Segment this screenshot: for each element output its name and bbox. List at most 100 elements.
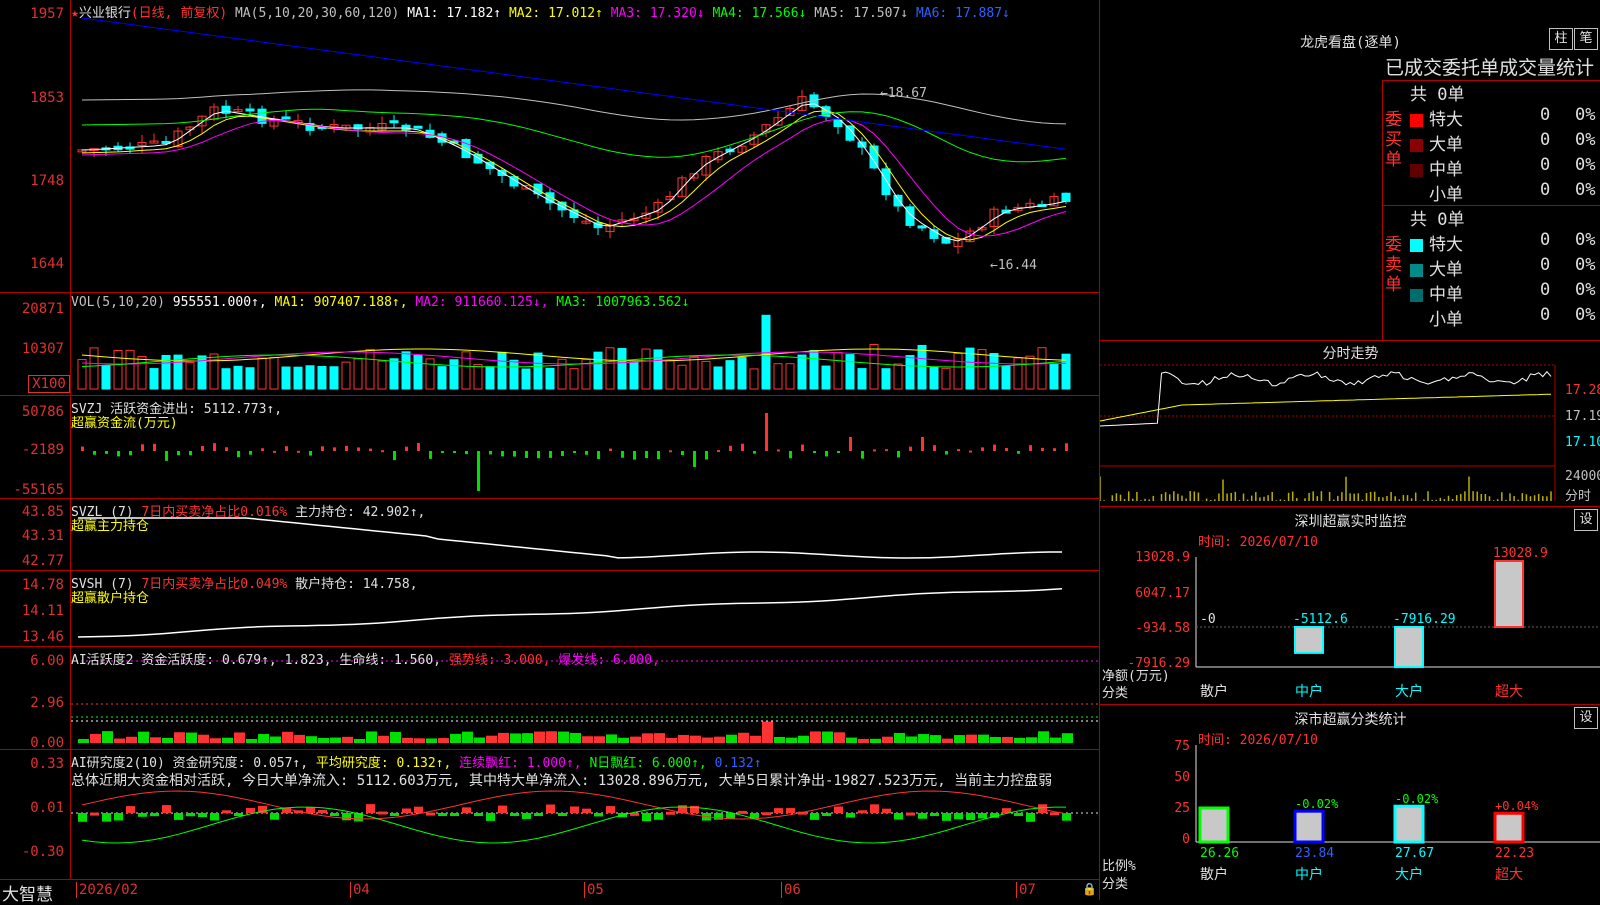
fund-flow-bar [417,443,420,451]
volume-bar [185,361,195,390]
volume-bar [125,349,135,390]
research-bar [918,813,927,819]
research-bar [426,812,435,816]
buy-row: 大单 0 0% [1410,130,1600,155]
volume-header: VOL(5,10,20) 955551.000↑, MA1: 907407.18… [71,295,689,310]
fund-flow-bar [237,451,240,458]
volume-bar [821,365,831,390]
volume-bar [701,360,711,390]
volume-bar [749,368,759,390]
volume-bar [281,366,291,390]
buy-row: 特大 0 0% [1410,105,1600,130]
activity-bar [402,737,413,743]
research-bar [882,808,891,813]
activity-bar [774,736,785,743]
column-view-button[interactable]: 柱 [1549,28,1573,50]
research-bar [438,813,447,816]
research-bar [942,813,951,821]
stock-name[interactable]: 兴业银行 [79,6,131,21]
fund-flow-bar [813,451,816,453]
volume-bar [569,368,579,390]
volume-bar [869,344,879,390]
svzl-panel[interactable]: 43.85 43.31 42.77 SVZL (7) 7日内买卖净占比0.016… [0,499,1099,571]
activity-bar [942,738,953,743]
research-bar [330,813,339,816]
ai-activity-panel[interactable]: 6.00 2.96 0.00 AI活跃度2 资金活跃度: 0.679↑, 1.8… [0,647,1099,751]
research-bar [162,805,171,813]
fund-flow-bar [1017,451,1020,454]
intraday-chart[interactable] [1100,341,1600,506]
ai-research-panel[interactable]: 0.33 0.01 -0.30 AI研究度2(10) 资金研究度: 0.057↑… [0,750,1099,879]
research-bar [606,806,615,813]
retail-holding-line [77,588,1063,638]
classification-stats-panel[interactable]: 深市超赢分类统计 设 时间: 2026/07/10 75 50 25 0 26.26 散户… [1099,705,1600,900]
activity-bar [90,733,101,743]
activity-bar [486,735,497,743]
fund-flow-bar [909,446,912,451]
volume-bar [401,351,411,390]
fund-flow-bar [429,451,432,459]
svsh-panel[interactable]: 14.78 14.11 13.46 SVSH (7) 7日内买卖净占比0.049… [0,571,1099,647]
activity-bar [114,738,125,743]
volume-bar [1025,355,1035,390]
activity-bar [834,732,845,743]
fund-flow-bar [993,444,996,451]
x-tick: 2026/02 [76,882,138,898]
fund-flow-bar [861,451,864,459]
research-bar [174,813,183,820]
fund-flow-bar [201,445,204,451]
volume-bar [305,365,315,390]
research-bar [342,813,351,821]
activity-bar [354,738,365,743]
lock-icon[interactable]: 🔒 [1082,882,1097,896]
activity-bar [930,735,941,743]
fund-flow-bar [1041,447,1044,451]
longhu-subtitle: 已成交委托单成交量统计 [1385,57,1595,79]
ai-activity-label-c: 爆发线: 6.000, [558,653,660,668]
tick-view-button[interactable]: 笔 [1574,28,1598,50]
volume-bar [1061,353,1071,390]
volume-bar [449,359,459,390]
fund-flow-bar [573,451,576,453]
monitor-chart[interactable]: 13028.9 6047.17 -934.58 -7916.29 -0 散户 -5112.6… [1100,507,1600,704]
research-bar [222,810,231,814]
fund-flow-bar [345,445,348,451]
sell-row: 中单 0 0% [1410,280,1600,305]
longhu-title: 龙虎看盘(逐单) [1300,35,1401,51]
brand-logo[interactable]: 大智慧 [2,880,53,905]
kline-panel[interactable]: 1957 1853 1748 1644 ★兴业银行(日线, 前复权) MA(5,… [0,0,1099,293]
sell-row-name: 中单 [1429,285,1463,305]
realtime-monitor-panel[interactable]: 深圳超赢实时监控 设 时间: 2026/07/10 13028.9 6047.17… [1099,507,1600,705]
volume-bar [389,358,399,390]
monitor-ytick: 6047.17 [1135,586,1190,601]
volume-panel[interactable]: 20871 10307 X100 VOL(5,10,20) 955551.000… [0,293,1099,396]
activity-bar [174,732,185,743]
adjust-mode[interactable]: (日线, 前复权) [131,6,227,21]
activity-bar [570,732,581,743]
research-bar [450,813,459,816]
volume-bar [785,363,795,390]
volume-bar [1037,347,1047,390]
ai-research-label-c: 连续飘红: 1.000↑, [459,756,582,771]
volume-bar [917,344,927,390]
fund-flow-bar [249,451,252,455]
research-bar [510,813,519,816]
svzj-panel[interactable]: 50786 -2189 -55165 SVZJ 活跃资金进出: 5112.773… [0,396,1099,499]
intraday-panel[interactable]: 分时走势 17.28 17.19 17.10 24000 分时 [1099,341,1600,507]
research-bar [1026,813,1035,822]
fund-flow-bar [849,437,852,451]
research-bar [1062,813,1071,821]
research-bar [642,813,651,822]
volume-bar [953,352,963,390]
research-bar [522,813,531,819]
kline-chart[interactable] [0,0,1099,292]
small-buy-swatch [1410,189,1423,202]
research-bar [654,813,663,820]
fund-flow-bar [945,451,948,455]
activity-bar [1062,733,1073,743]
research-bar [966,813,975,821]
stats-chart[interactable]: 75 50 25 0 26.26 散户 -0.02% 23.84 中户 -0.02% 27.67 大户… [1100,705,1600,900]
svsh-label-b: 7日内买卖净占比0.049% [141,577,288,592]
intraday-tick: 17.28 [1565,383,1600,398]
research-bar [306,807,315,813]
